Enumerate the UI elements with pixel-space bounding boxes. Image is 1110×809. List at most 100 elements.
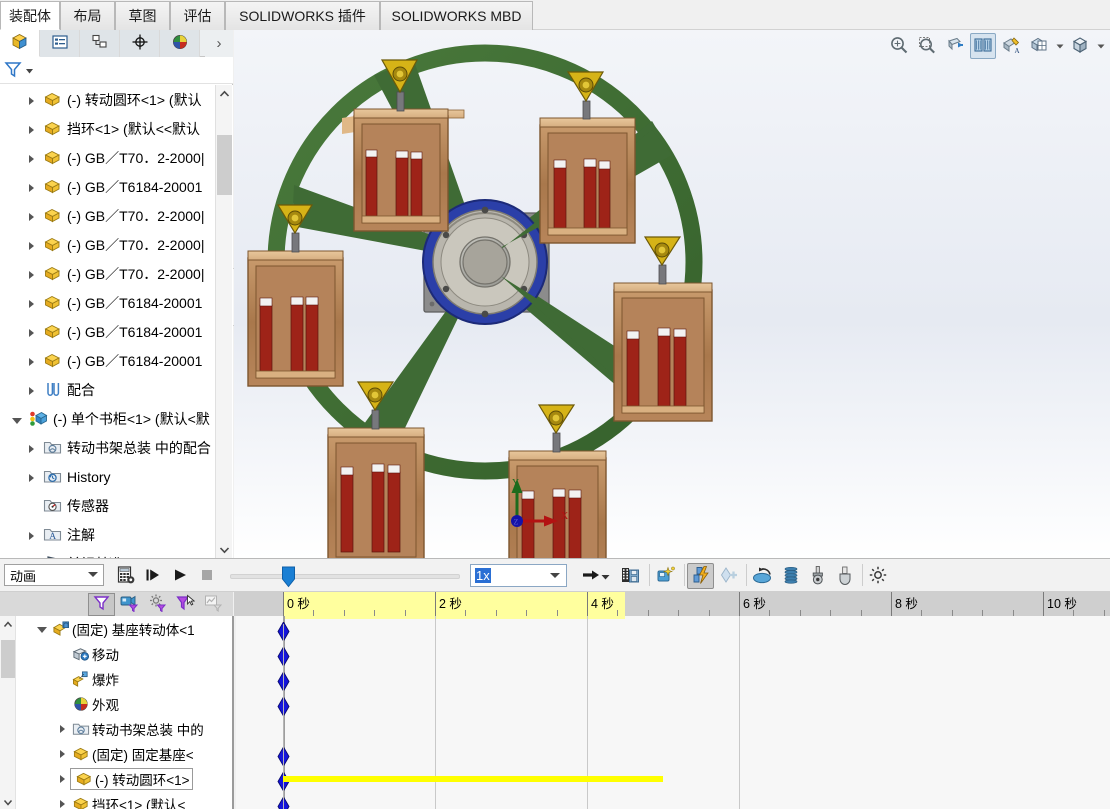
- apply-scene-dropdown-caret-icon[interactable]: [1095, 33, 1106, 59]
- feature-tree-item[interactable]: (-) GB／T6184-20001: [0, 172, 216, 201]
- motion-tree-item[interactable]: 爆炸: [16, 666, 234, 691]
- filter-dropdown-caret-icon[interactable]: [25, 63, 34, 78]
- zoom-to-fit-button[interactable]: [886, 33, 912, 59]
- feature-tree-vertical-scrollbar[interactable]: [215, 85, 232, 558]
- tree-expand-arrow-icon[interactable]: [54, 721, 70, 736]
- tab-assembly[interactable]: 装配体: [0, 1, 60, 30]
- force-button[interactable]: [831, 563, 858, 589]
- slider-thumb[interactable]: [281, 566, 296, 588]
- motor-button[interactable]: [749, 563, 776, 589]
- calculate-button[interactable]: [139, 563, 166, 589]
- motion-tree-item[interactable]: (固定) 固定基座<: [16, 741, 234, 766]
- apply-scene-button[interactable]: [1067, 33, 1093, 59]
- time-position-slider[interactable]: [230, 571, 460, 580]
- tree-expand-arrow-icon[interactable]: [22, 469, 40, 485]
- scrollbar-thumb[interactable]: [1, 640, 15, 678]
- filter-animated-button[interactable]: [116, 593, 143, 616]
- motion-tree-item[interactable]: 转动书架总装 中的: [16, 716, 234, 741]
- tab-solidworks-addins[interactable]: SOLIDWORKS 插件: [225, 1, 380, 30]
- feature-tree-item[interactable]: (-) GB／T70．2-2000|: [0, 201, 216, 230]
- tree-expand-arrow-icon[interactable]: [54, 796, 70, 809]
- configuration-manager-tab[interactable]: [80, 30, 120, 57]
- save-animation-button[interactable]: [616, 563, 643, 589]
- keyframe-timeline-area[interactable]: [236, 616, 1110, 809]
- keyframe-row[interactable]: [236, 669, 1110, 694]
- feature-tree-item[interactable]: (-) 转动圆环<1> (默认: [0, 85, 216, 114]
- feature-manager-overflow-button[interactable]: ›: [205, 30, 233, 57]
- scroll-up-arrow-icon[interactable]: [216, 85, 233, 102]
- feature-tree-item[interactable]: 转动书架总装 中的配合: [0, 433, 216, 462]
- scroll-down-arrow-icon[interactable]: [216, 541, 233, 558]
- tree-collapse-arrow-icon[interactable]: [8, 411, 26, 427]
- spring-button[interactable]: [777, 563, 804, 589]
- feature-tree-item[interactable]: 前视基准面: [0, 549, 216, 558]
- motion-study-settings-button[interactable]: [864, 563, 891, 589]
- damper-button[interactable]: [804, 563, 831, 589]
- tree-expand-arrow-icon[interactable]: [22, 324, 40, 340]
- feature-tree-scroll-area[interactable]: (-) 转动圆环<1> (默认 挡环<1> (默认<<默认 (-) GB／T70…: [0, 85, 233, 558]
- timeline-ruler[interactable]: 0 秒2 秒4 秒6 秒8 秒10 秒: [234, 592, 1110, 616]
- tree-expand-arrow-icon[interactable]: [22, 179, 40, 195]
- tab-solidworks-mbd[interactable]: SOLIDWORKS MBD: [380, 1, 533, 30]
- scroll-up-arrow-icon[interactable]: [0, 616, 16, 632]
- tab-evaluate[interactable]: 评估: [170, 1, 225, 30]
- tree-expand-arrow-icon[interactable]: [22, 440, 40, 456]
- feature-tree-item[interactable]: (-) GB／T70．2-2000|: [0, 143, 216, 172]
- display-style-button[interactable]: A: [998, 33, 1024, 59]
- feature-tree-item[interactable]: 挡环<1> (默认<<默认: [0, 114, 216, 143]
- tree-expand-arrow-icon[interactable]: [22, 266, 40, 282]
- add-update-key-button[interactable]: [715, 563, 742, 589]
- hide-show-dropdown-caret-icon[interactable]: [1054, 33, 1065, 59]
- hide-show-items-button[interactable]: [1026, 33, 1052, 59]
- motion-tree-item[interactable]: 外观: [16, 691, 234, 716]
- filter-selected-button[interactable]: [172, 593, 199, 616]
- tree-expand-arrow-icon[interactable]: [22, 208, 40, 224]
- motion-tree-item[interactable]: 挡环<1> (默认<: [16, 791, 234, 809]
- feature-tree-item[interactable]: History: [0, 462, 216, 491]
- autokey-button[interactable]: [687, 563, 714, 589]
- feature-tree-item[interactable]: (-) GB／T70．2-2000|: [0, 230, 216, 259]
- feature-manager-design-tree-tab[interactable]: [0, 30, 40, 57]
- keyframe-row[interactable]: [236, 794, 1110, 809]
- keyframe-row[interactable]: [236, 644, 1110, 669]
- display-manager-tab[interactable]: [160, 30, 200, 57]
- motion-study-properties-button[interactable]: [112, 563, 139, 589]
- keyframe-row[interactable]: [236, 694, 1110, 719]
- feature-tree-item[interactable]: A注解: [0, 520, 216, 549]
- tree-expand-arrow-icon[interactable]: [22, 353, 40, 369]
- motion-tree-item[interactable]: (-) 转动圆环<1>: [16, 766, 234, 791]
- tree-expand-arrow-icon[interactable]: [22, 382, 40, 398]
- motion-tree-item[interactable]: 移动: [16, 641, 234, 666]
- change-bar[interactable]: [283, 776, 663, 782]
- motion-tree-item[interactable]: (固定) 基座转动体<1: [16, 616, 234, 641]
- dimxpert-manager-tab[interactable]: [120, 30, 160, 57]
- zoom-to-area-button[interactable]: [914, 33, 940, 59]
- keyframe-row[interactable]: [236, 744, 1110, 769]
- filter-results-button[interactable]: [200, 593, 227, 616]
- scrollbar-thumb[interactable]: [217, 135, 232, 195]
- tree-expand-arrow-icon[interactable]: [22, 237, 40, 253]
- filter-funnel-icon[interactable]: [3, 59, 23, 82]
- keyframe-row[interactable]: [236, 619, 1110, 644]
- feature-tree-item[interactable]: (-) GB／T6184-20001: [0, 346, 216, 375]
- motion-tree-vertical-scrollbar[interactable]: [0, 616, 16, 809]
- filter-all-button[interactable]: [88, 593, 115, 616]
- feature-tree-item[interactable]: 传感器: [0, 491, 216, 520]
- animation-wizard-button[interactable]: [652, 563, 679, 589]
- play-from-start-button[interactable]: [166, 563, 193, 589]
- scroll-down-arrow-icon[interactable]: [0, 794, 16, 809]
- feature-tree-item[interactable]: (-) GB／T6184-20001: [0, 288, 216, 317]
- tree-expand-arrow-icon[interactable]: [22, 121, 40, 137]
- tab-layout[interactable]: 布局: [60, 1, 115, 30]
- tree-expand-arrow-icon[interactable]: [54, 771, 70, 786]
- feature-tree-item[interactable]: (-) GB／T6184-20001: [0, 317, 216, 346]
- section-view-button[interactable]: [942, 33, 968, 59]
- motion-study-type-select[interactable]: 动画: [4, 564, 104, 586]
- tree-expand-arrow-icon[interactable]: [22, 92, 40, 108]
- filter-driving-button[interactable]: [144, 593, 171, 616]
- property-manager-tab[interactable]: [40, 30, 80, 57]
- tree-expand-arrow-icon[interactable]: [22, 527, 40, 543]
- tab-sketch[interactable]: 草图: [115, 1, 170, 30]
- tree-expand-arrow-icon[interactable]: [54, 746, 70, 761]
- feature-tree-item[interactable]: (-) 单个书柜<1> (默认<默: [0, 404, 216, 433]
